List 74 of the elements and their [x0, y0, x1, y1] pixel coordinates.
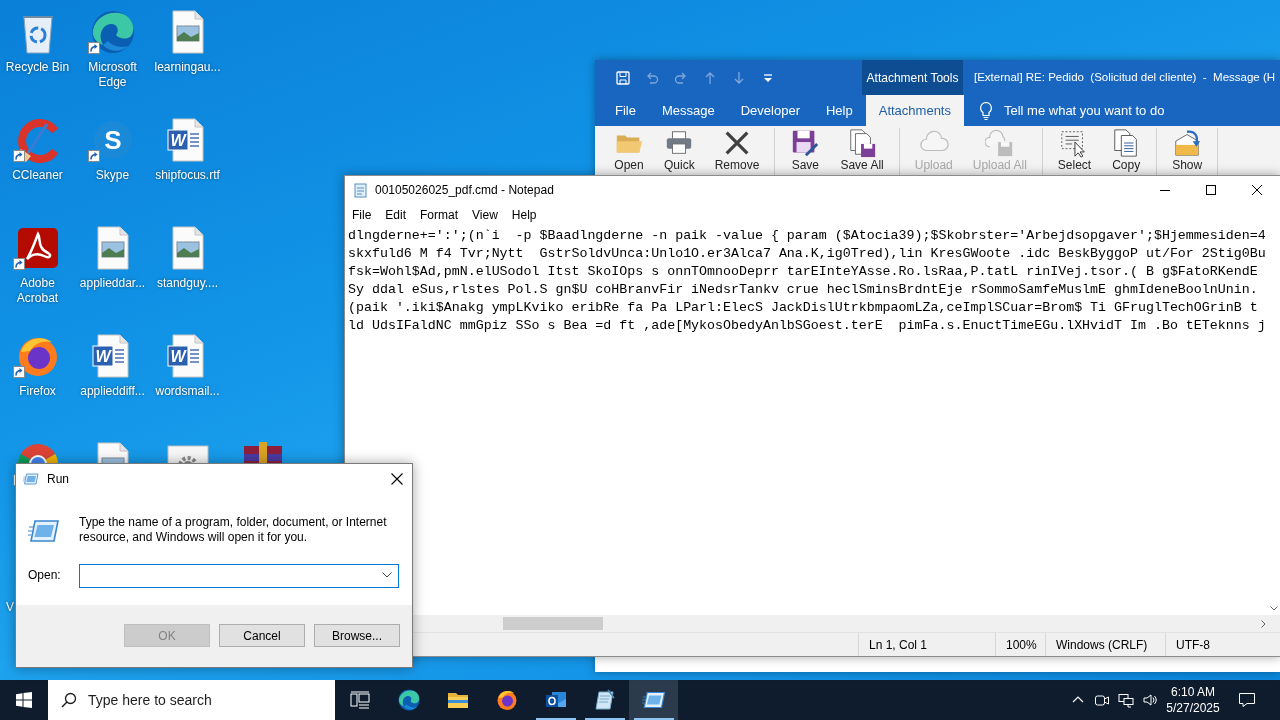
status-text: Windows (CRLF) [1056, 636, 1148, 654]
save-all-button[interactable]: Save All [833, 128, 891, 173]
network-icon [1118, 692, 1134, 708]
text-line: fsk=Wohl$Ad,pmN.elUSodol Itst SkoIOps s onnTOmnooDeprr tarEInteYAsse.Ro.lsRaa,P.tatL rinIVej.tsor.( B g$FatoRKendE [348, 263, 1258, 281]
save-button[interactable]: Save [783, 128, 828, 173]
dropdown-chevron-icon[interactable] [382, 572, 392, 578]
field-label: Open: [28, 567, 62, 584]
copy-button[interactable]: Copy [1104, 128, 1149, 173]
menu-item[interactable]: File [345, 206, 379, 224]
menu-item[interactable]: Help [504, 206, 544, 224]
close-icon [391, 473, 403, 485]
window-title: [External] RE: Pedido (Solicitud del cliente) - Message (H [973, 69, 1276, 85]
status-text: 100% [1006, 636, 1037, 654]
text-line: skxfuld6 M f4 Tvr;Nytt GstrSoldvUnca:Unlo1O.er3Alca7 Ana.K,ig0Tred),lin KresGWoote .idc BeskByggoP ut/For 2Stig0Bu [348, 245, 1266, 263]
window-title: 00105026025_pdf.cmd - Notepad [375, 182, 554, 199]
text-line: (paik '.iki$Anakg ympLKviko eribRe fa Pa LParl:ElecS JackDislUtrkbmpaomLZa,ceImplSCuar=Brom$ Ti GFruglTechOGrinB t [348, 299, 1258, 317]
open-combo-box[interactable] [79, 564, 399, 588]
maximize-icon [1206, 185, 1216, 195]
notepad-icon [592, 688, 617, 712]
icon-label[interactable]: Recycle Bin [5, 60, 70, 75]
icon-label[interactable]: learningau... [154, 60, 221, 75]
close-icon [1252, 185, 1262, 195]
clock-time[interactable]: 6:10 AM [1171, 684, 1215, 700]
icon-label[interactable]: Firefox [19, 384, 56, 399]
search-field[interactable]: Type here to search [48, 680, 335, 720]
lightbulb-icon [978, 100, 994, 121]
tell-me-search[interactable]: Tell me what you want to do [978, 95, 1165, 126]
save-icon[interactable] [615, 69, 631, 86]
ribbon-tab[interactable]: Developer [727, 95, 813, 126]
text-line: Sy ddal eSus,rlstes Pol.S gn$U coHBranvFir iNedsrTankv crue heclSminsBrdntEje rSommoSamfeMuslmE ghmIdeneBoolnUnin. [348, 281, 1258, 299]
dialog-title: Run [47, 471, 69, 488]
taskbar-button[interactable] [629, 680, 678, 720]
print-button[interactable]: Quick [657, 128, 702, 173]
search-icon [61, 692, 77, 708]
notification-icon [1238, 691, 1256, 709]
speaker-icon [1142, 692, 1158, 708]
ribbon-tab[interactable]: File [602, 95, 649, 126]
clock-date[interactable]: 5/27/2025 [1166, 700, 1220, 716]
task-view-icon [349, 691, 370, 709]
select-button[interactable]: Select [1050, 128, 1099, 173]
open-button[interactable]: Open [607, 128, 651, 173]
scrollbar-thumb[interactable] [503, 617, 603, 630]
browser-logo-icon [396, 688, 421, 712]
icon-label[interactable]: wordsmail... [155, 384, 220, 399]
icon-label[interactable]: Skype [95, 168, 130, 183]
video-camera-icon [1094, 692, 1110, 708]
ribbon-tab[interactable]: Help [812, 95, 866, 126]
icon-label[interactable]: Adobe Acrobat [0, 276, 75, 305]
icon-label[interactable]: applieddiff... [80, 384, 145, 399]
status-text: UTF-8 [1176, 636, 1210, 654]
icon-label[interactable]: V [6, 600, 14, 615]
menu-item[interactable]: Format [413, 206, 466, 224]
menu-item[interactable]: Edit [378, 206, 414, 224]
notepad-icon [352, 182, 368, 198]
icon-label[interactable]: CCleaner [12, 168, 63, 183]
status-text: Ln 1, Col 1 [869, 636, 928, 654]
icon-label[interactable]: shipfocus.rtf [155, 168, 220, 183]
remove-button[interactable]: Remove [707, 128, 767, 173]
text-line: ld UdsIFaldNC mmGpiz SSo s Bea =d ft ,ade[MykosObedyAnlbSGoest.terE pimFa.s.EnuctTimeEGu.lXHvidT Im .Bo tETeknns j [348, 317, 1266, 335]
dialog-button[interactable]: Browse... [314, 624, 400, 647]
show-button[interactable]: Show [1165, 128, 1210, 173]
ribbon-tab[interactable]: Attachments [865, 95, 964, 126]
contextual-tab-label: Attachment Tools [862, 60, 963, 95]
cloud-floppy-icon [984, 128, 1015, 158]
dialog-button[interactable]: Cancel [219, 624, 305, 647]
dialog-message: Type the name of a program, folder, document, or Internet resource, and Windows will open it for you. [79, 515, 388, 546]
icon-label[interactable]: applieddar... [79, 276, 146, 291]
menu-item[interactable]: View [465, 206, 505, 224]
windows-logo-icon [16, 692, 32, 708]
ribbon-tab[interactable]: Message [648, 95, 728, 126]
icon-label[interactable]: Microsoft Edge [75, 60, 150, 89]
icon-label[interactable]: standguy.... [156, 276, 219, 291]
run-icon [23, 471, 39, 487]
text-line: dlngderne+=':';(n`i -p $Baadlngderne -n paik -value { param ($Atocia39);$Skobrster='Arbejdsopgaver';$Hjemmesiden=4 [348, 227, 1266, 245]
